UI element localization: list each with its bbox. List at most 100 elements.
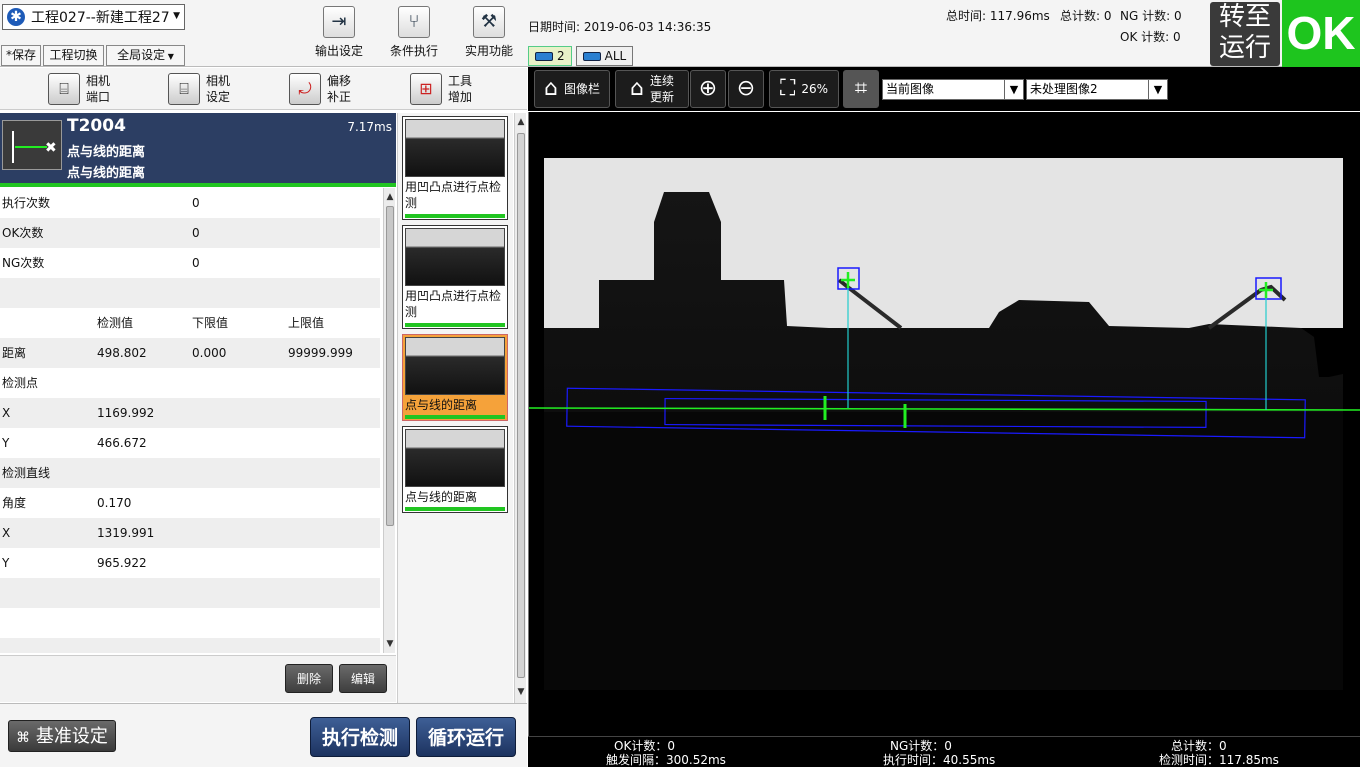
table-header-row: 检测值 下限值 上限值 [0,308,380,338]
zoom-level: 26% [801,82,829,96]
status-ng-count: NG计数：0 [890,739,952,753]
roi-toggle-button[interactable]: ⌗ [843,70,879,108]
chevron-down-icon: ▼ [165,52,174,61]
row-value: 0 [192,196,200,210]
left-toolbar: ⌸ 相机 端口 ⌸ 相机 设定 ⤾ 偏移 补正 ⊞ 工具 增加 [0,68,527,110]
global-settings-label: 全局设定 [117,48,166,62]
result-table: 执行次数 0 OK次数 0 NG次数 0 检测值 下限值 上限值 距离 498.802 0.0… [0,188,380,653]
zoom-out-button[interactable]: ⊖ [728,70,764,108]
tool-list-label: 点与线的距离 [405,490,478,504]
raw-image-select[interactable]: 未处理图像2 ▼ [1026,79,1168,100]
base-settings-icon: ⌘ [16,730,31,746]
table-scrollbar[interactable]: ▲ ▼ [383,188,395,653]
continuous-l1: 连续 [649,74,674,88]
total-time: 总时间: 117.96ms [946,9,1050,23]
row-label: NG次数 [2,256,45,270]
switch-to-run-button[interactable]: 转至 运行 [1210,2,1280,66]
base-settings-button[interactable]: ⌘ 基准设定 [8,720,116,752]
project-title: 工程027--新建工程27 [31,10,170,26]
camera-port-button[interactable]: ⌸ 相机 端口 [48,72,110,106]
scroll-down-icon[interactable]: ▼ [516,685,526,699]
scroll-down-icon[interactable]: ▼ [385,637,395,651]
image-bar-button[interactable]: ⌂ 图像栏 [534,70,610,108]
tool-list-item[interactable]: 用凹凸点进行点检测 [402,116,508,220]
scroll-up-icon[interactable]: ▲ [516,115,526,129]
row-label: X [2,526,11,540]
status-exec-time: 执行时间：40.55ms [883,753,996,767]
col-measured: 检测值 [97,316,134,330]
tool-list-item[interactable]: 点与线的距离 [402,426,508,513]
tool-list-label: 用凹凸点进行点检测 [405,180,502,210]
continuous-update-button[interactable]: ⌂ 连续更新 [615,70,689,108]
image-canvas[interactable] [528,112,1360,736]
tool-header: ✖ T2004 7.17ms 点与线的距离 点与线的距离 [0,113,396,183]
tool-list-label: 用凹凸点进行点检测 [405,289,502,319]
condition-exec-label: 条件执行 [389,44,438,58]
table-section: 检测点 [0,368,380,398]
zoom-in-button[interactable]: ⊕ [690,70,726,108]
output-icon: ⇥ [323,6,355,38]
tab-all[interactable]: ALL [575,46,634,66]
tool-status-bar [405,323,505,327]
camera-settings-button[interactable]: ⌸ 相机 设定 [168,72,230,106]
tool-list-item[interactable]: 用凹凸点进行点检测 [402,225,508,329]
scroll-thumb[interactable] [386,206,394,526]
loop-run-button[interactable]: 循环运行 [416,717,516,757]
utility-button[interactable]: ⚒ 实用功能 [454,6,524,64]
fit-icon: ⛶ [779,76,796,101]
delete-button[interactable]: 删除 [285,664,333,693]
image-toolbar: ⌂ 图像栏 ⌂ 连续更新 ⊕ ⊖ ⛶ 26% ⌗ 当前图像 ▼ 未处理图像2 ▼ [528,67,1360,111]
point-line-distance-icon: ✖ [2,120,62,170]
edit-button[interactable]: 编辑 [339,664,387,693]
utility-label: 实用功能 [464,44,513,58]
add-tool-icon: ⊞ [410,73,442,105]
row-value: 466.672 [97,436,147,450]
offset-l2: 补正 [327,90,352,104]
execute-detection-button[interactable]: 执行检测 [310,717,410,757]
image-icon: ⌂ [544,76,558,101]
offset-correction-button[interactable]: ⤾ 偏移 补正 [289,72,351,106]
row-value: 0 [192,226,200,240]
bottom-action-bar: ⌘ 基准设定 执行检测 循环运行 [0,703,527,767]
tool-name: 点与线的距离 [67,145,146,160]
tab-camera-2-label: 2 [557,49,565,63]
ok-count: OK 计数: 0 [1120,30,1181,44]
condition-exec-button[interactable]: ⑂ 条件执行 [379,6,449,64]
row-value: 0.170 [97,496,132,510]
tool-status-bar [405,214,505,218]
row-value: 1319.991 [97,526,155,540]
image-select[interactable]: 当前图像 ▼ [882,79,1024,100]
switch-project-button[interactable]: 工程切换 [43,45,104,66]
global-settings-button[interactable]: 全局设定 ▼ [106,45,185,66]
tool-list-scrollbar[interactable]: ▲ ▼ [514,113,526,703]
scroll-up-icon[interactable]: ▲ [385,190,395,204]
scroll-thumb[interactable] [517,133,525,678]
tool-exec-time: 7.17ms [347,120,392,134]
tool-thumbnail [405,119,505,177]
datetime-display: 日期时间: 2019-06-03 14:36:35 [528,20,712,34]
tool-type: 点与线的距离 [67,166,146,181]
status-trigger-interval: 触发间隔：300.52ms [606,753,726,767]
image-bar-label: 图像栏 [563,82,600,96]
add-tool-button[interactable]: ⊞ 工具 增加 [410,72,472,106]
table-row: 距离 498.802 0.000 99999.999 [0,338,380,368]
tool-list-item-selected[interactable]: 点与线的距离 [402,334,508,421]
output-settings-button[interactable]: ⇥ 输出设定 [304,6,374,64]
fit-to-window-button[interactable]: ⛶ 26% [769,70,839,108]
camera-settings-l2: 设定 [206,90,231,104]
camera-settings-l1: 相机 [206,74,231,88]
row-label: OK次数 [2,226,44,240]
offset-icon: ⤾ [289,73,321,105]
table-row [0,608,380,638]
table-row: 角度 0.170 [0,488,380,518]
add-tool-l1: 工具 [448,74,473,88]
ng-count: NG 计数: 0 [1120,9,1182,23]
status-bar: OK计数：0 触发间隔：300.52ms NG计数：0 执行时间：40.55ms… [528,736,1360,767]
tool-list-label: 点与线的距离 [405,397,507,413]
refresh-image-icon: ⌂ [630,76,644,101]
project-selector[interactable]: ✱ 工程027--新建工程27 ▼ [2,4,185,30]
status-detect-time: 检测时间：117.85ms [1159,753,1279,767]
tab-camera-2[interactable]: 2 [528,46,572,66]
continuous-l2: 更新 [649,90,674,104]
save-button[interactable]: *保存 [1,45,41,66]
